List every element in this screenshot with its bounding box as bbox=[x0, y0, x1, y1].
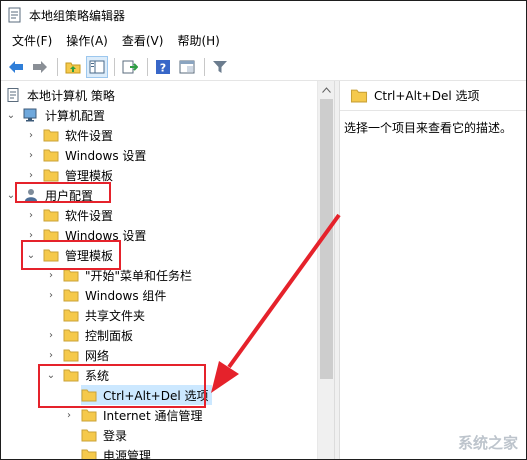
annotation-arrow bbox=[211, 213, 341, 393]
group-policy-editor-window: 本地组策略编辑器 文件(F) 操作(A) 查看(V) 帮助(H) ? 本地计算机… bbox=[0, 0, 527, 460]
watermark-text: 系统之家 bbox=[457, 434, 518, 452]
